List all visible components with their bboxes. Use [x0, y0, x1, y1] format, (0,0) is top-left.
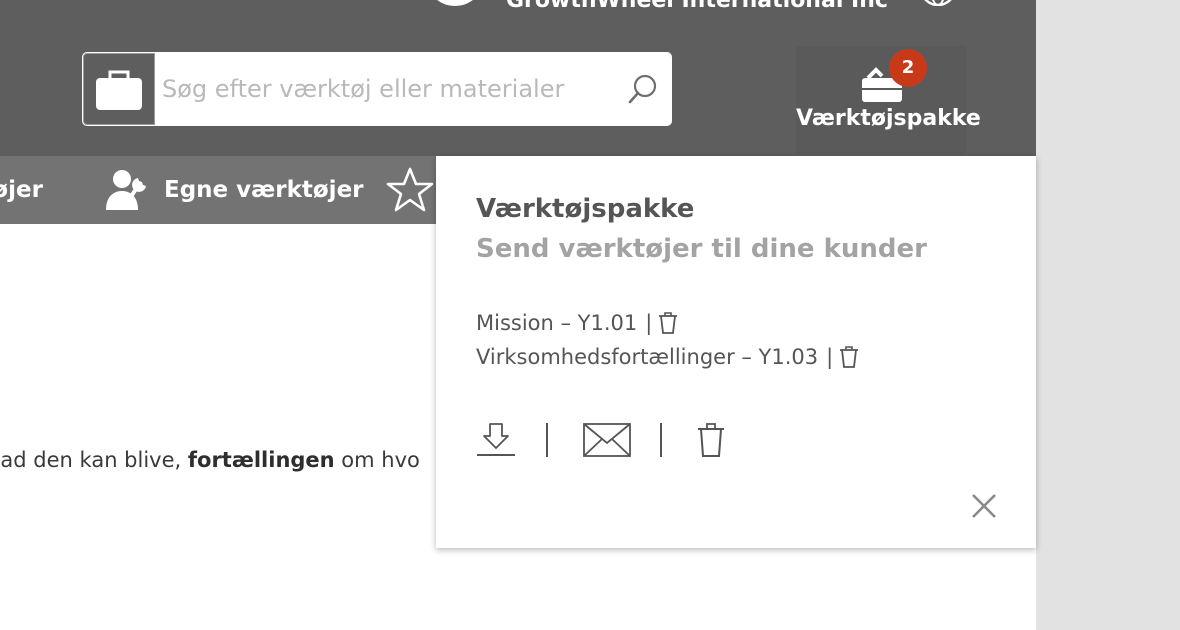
briefcase-icon	[96, 70, 142, 110]
toolkit-item: Mission – Y1.01 |	[476, 306, 859, 340]
company-name[interactable]: GrowthWheel International Inc	[506, 0, 888, 13]
trash-icon[interactable]	[697, 422, 725, 458]
top-strip: GrowthWheel International Inc	[0, 0, 1036, 14]
body-paragraph: vad den kan blive, fortællingen om hvo	[0, 448, 420, 472]
body-text-end: om hvo	[334, 448, 420, 472]
panel-subtitle: Send værktøjer til dine kunder	[476, 234, 927, 264]
panel-actions	[476, 420, 776, 462]
briefcase-button[interactable]	[83, 53, 155, 125]
body-text-bold: fortællingen	[187, 448, 335, 472]
trash-icon[interactable]	[658, 311, 678, 335]
toolkit-item-label: Virksomhedsfortællinger – Y1.03	[476, 345, 819, 369]
nav-item-label: ktøjer	[0, 177, 43, 203]
download-icon[interactable]	[476, 422, 516, 458]
toolkit-count-badge: 2	[889, 49, 927, 87]
toolkit-button[interactable]: 2 Værktøjspakke	[796, 46, 981, 154]
toolkit-label: Værktøjspakke	[796, 106, 981, 131]
nav-item-own-tools[interactable]: Egne værktøjer	[104, 156, 364, 224]
panel-title: Værktøjspakke	[476, 194, 695, 224]
item-separator: |	[645, 311, 653, 335]
trash-icon[interactable]	[839, 345, 859, 369]
search-bar	[82, 52, 672, 126]
star-icon	[386, 167, 434, 212]
toolkit-item-label: Mission – Y1.01	[476, 311, 638, 335]
nav-item-tools[interactable]: ktøjer	[0, 156, 43, 224]
avatar[interactable]	[430, 0, 480, 6]
toolkit-dropdown-panel: Værktøjspakke Send værktøjer til dine ku…	[436, 156, 1036, 548]
body-text-start: vad den kan blive,	[0, 448, 188, 472]
search-icon[interactable]	[626, 72, 660, 106]
nav-item-label: Egne værktøjer	[164, 177, 364, 203]
globe-icon[interactable]	[918, 0, 958, 6]
toolkit-item: Virksomhedsfortællinger – Y1.03 |	[476, 340, 859, 374]
action-divider	[660, 423, 662, 457]
nav-item-favorites[interactable]	[386, 156, 434, 224]
scrollbar-gutter	[1036, 0, 1180, 630]
search-input[interactable]	[162, 62, 622, 116]
user-wrench-icon	[106, 170, 146, 210]
mail-icon[interactable]	[583, 423, 631, 457]
item-separator: |	[826, 345, 834, 369]
close-icon[interactable]	[970, 492, 998, 520]
action-divider	[546, 423, 548, 457]
site-header: GrowthWheel International Inc 2 Værktø	[0, 0, 1036, 156]
main-nav: ktøjer Egne værktøjer	[0, 156, 436, 224]
toolkit-item-list: Mission – Y1.01 | Virksomhedsfortællinge…	[476, 306, 859, 374]
